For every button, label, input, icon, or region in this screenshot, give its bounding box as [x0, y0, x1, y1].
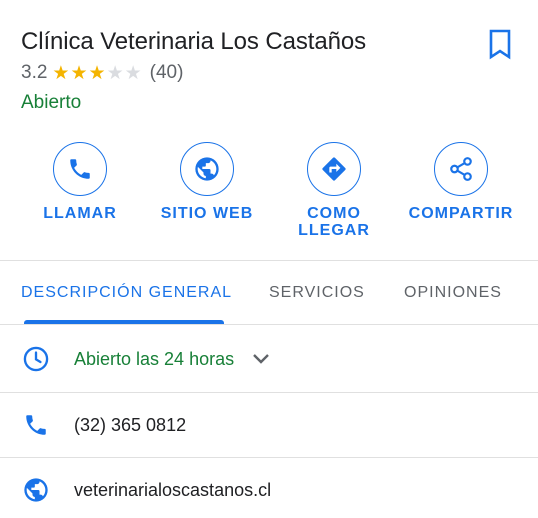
place-details-panel: Clínica Veterinaria Los Castaños 3.2 ★ ★…: [0, 0, 538, 518]
place-title: Clínica Veterinaria Los Castaños: [21, 28, 366, 55]
globe-icon: [195, 157, 219, 181]
rating-value: 3.2: [21, 62, 48, 83]
action-buttons: LLAMAR SITIO WEB COMO LLEGAR COMPARTIR: [0, 142, 538, 242]
hours-text: Abierto las 24 horas: [74, 348, 235, 369]
directions-button-circle: [307, 142, 361, 196]
directions-icon: [322, 157, 346, 181]
tab-services[interactable]: SERVICIOS: [269, 262, 365, 324]
star-icon: ★: [52, 62, 70, 84]
phone-icon: [22, 411, 50, 439]
phone-number: (32) 365 0812: [74, 414, 187, 435]
call-button[interactable]: LLAMAR: [20, 142, 140, 222]
divider: [0, 324, 538, 325]
call-button-label: LLAMAR: [43, 205, 117, 222]
review-count: (40): [149, 62, 184, 83]
call-button-circle: [53, 142, 107, 196]
directions-button[interactable]: COMO LLEGAR: [274, 142, 394, 239]
star-icon: ★: [124, 62, 142, 84]
star-icon: ★: [88, 62, 106, 84]
chevron-down-icon[interactable]: [250, 348, 272, 370]
tab-overview[interactable]: DESCRIPCIÓN GENERAL: [21, 262, 232, 324]
tab-bar: DESCRIPCIÓN GENERAL SERVICIOS OPINIONES: [0, 262, 538, 324]
phone-row[interactable]: (32) 365 0812: [0, 393, 538, 457]
bookmark-icon[interactable]: [487, 28, 513, 60]
globe-icon: [22, 476, 50, 504]
directions-button-label: COMO LLEGAR: [298, 205, 370, 239]
tab-reviews[interactable]: OPINIONES: [404, 262, 502, 324]
star-icon: ★: [106, 62, 124, 84]
star-icon: ★: [70, 62, 88, 84]
place-header: Clínica Veterinaria Los Castaños 3.2 ★ ★…: [21, 26, 517, 116]
website-row[interactable]: veterinarialoscastanos.cl: [0, 458, 538, 518]
share-icon: [450, 157, 472, 181]
website-button[interactable]: SITIO WEB: [147, 142, 267, 222]
phone-icon: [70, 159, 90, 179]
website-button-label: SITIO WEB: [160, 205, 254, 222]
website-button-circle: [180, 142, 234, 196]
hours-row[interactable]: Abierto las 24 horas: [0, 327, 538, 391]
share-button[interactable]: COMPARTIR: [401, 142, 521, 222]
share-button-label: COMPARTIR: [408, 205, 514, 222]
website-url: veterinarialoscastanos.cl: [74, 479, 272, 500]
open-status: Abierto: [21, 92, 82, 113]
rating-row[interactable]: 3.2 ★ ★ ★ ★ ★ (40): [21, 60, 517, 86]
share-button-circle: [434, 142, 488, 196]
divider: [0, 260, 538, 261]
clock-icon: [22, 345, 50, 373]
rating-stars: ★ ★ ★ ★ ★: [52, 64, 142, 83]
